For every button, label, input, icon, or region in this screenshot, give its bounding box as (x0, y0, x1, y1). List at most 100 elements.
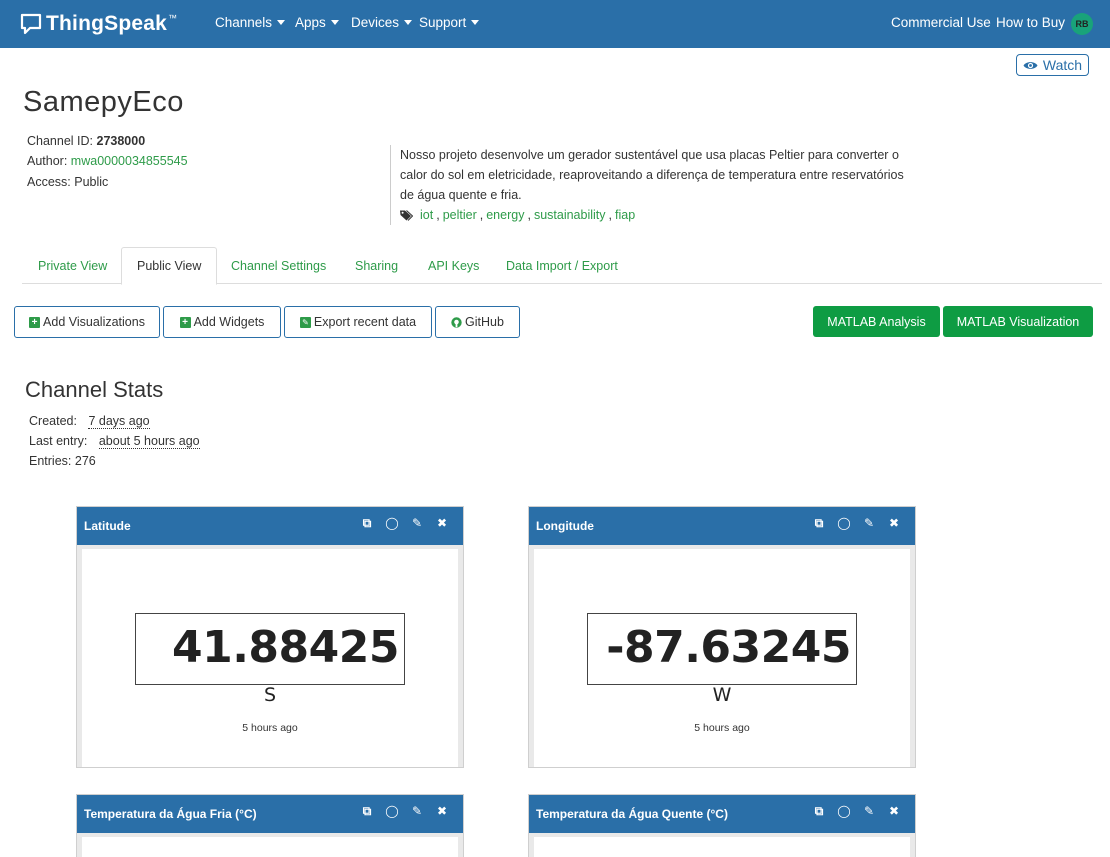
user-avatar[interactable]: RB (1071, 13, 1093, 35)
widget-controls: ⧉ ◯ ✎ ✖ (812, 804, 901, 819)
widget-header: Longitude ⧉ ◯ ✎ ✖ (529, 507, 915, 545)
plus-square-icon: + (29, 316, 41, 328)
widget-body (534, 837, 910, 857)
tag-iot[interactable]: iot (420, 205, 433, 225)
tab-api-keys[interactable]: API Keys (413, 247, 494, 284)
caret-down-icon (404, 20, 413, 25)
close-icon[interactable]: ✖ (435, 804, 449, 818)
matlab-visualization-button[interactable]: MATLAB Visualization (943, 306, 1093, 337)
channel-tabs: Private View Public View Channel Setting… (22, 247, 1102, 285)
close-icon[interactable]: ✖ (435, 516, 449, 530)
cold-water-temperature-widget: Temperatura da Água Fria (°C) ⧉ ◯ ✎ ✖ (76, 794, 464, 857)
author-label: Author: (27, 154, 68, 168)
export-pencil-icon: ✎ (299, 316, 311, 328)
tab-private-view[interactable]: Private View (23, 247, 122, 284)
widget-header: Latitude ⧉ ◯ ✎ ✖ (77, 507, 463, 545)
latitude-widget: Latitude ⧉ ◯ ✎ ✖ 41.88425 S 5 hours ago (76, 506, 464, 768)
tab-sharing[interactable]: Sharing (340, 247, 413, 284)
tag-energy[interactable]: energy (486, 205, 524, 225)
external-link-icon[interactable]: ⧉ (812, 804, 826, 818)
pencil-icon[interactable]: ✎ (862, 804, 876, 818)
plus-square-icon: + (179, 316, 191, 328)
access-label: Access: (27, 175, 71, 189)
widget-title: Temperatura da Água Fria (°C) (84, 807, 257, 821)
nav-devices-label: Devices (351, 15, 400, 30)
numeric-display-box: 41.88425 (135, 613, 405, 685)
tag-peltier[interactable]: peltier (443, 205, 477, 225)
entries-label: Entries: (29, 454, 72, 468)
close-icon[interactable]: ✖ (887, 804, 901, 818)
github-label: GitHub (465, 315, 504, 329)
widget-body: 41.88425 S 5 hours ago (82, 549, 458, 767)
channel-id-row: Channel ID: 2738000 (27, 134, 145, 148)
nav-channels-menu[interactable]: Channels (215, 15, 286, 30)
author-row: Author: mwa0000034855545 (27, 154, 188, 168)
access-row: Access: Public (27, 175, 108, 189)
nav-support-label: Support (419, 15, 467, 30)
tag-fiap[interactable]: fiap (615, 205, 635, 225)
tab-public-view[interactable]: Public View (121, 247, 218, 285)
numeric-display-unit: S (263, 684, 277, 706)
github-icon (451, 316, 462, 328)
brand-trademark: ™ (168, 13, 178, 23)
entries-row: Entries: 276 (29, 454, 96, 468)
nav-commercial-use-link[interactable]: Commercial Use (891, 15, 991, 30)
created-row: Created: 7 days ago (29, 414, 150, 429)
thingspeak-logo[interactable]: ThingSpeak ™ (20, 12, 177, 36)
comment-icon[interactable]: ◯ (837, 804, 851, 818)
last-entry-label: Last entry: (29, 434, 88, 448)
widget-body (82, 837, 458, 857)
pencil-icon[interactable]: ✎ (410, 516, 424, 530)
comment-icon[interactable]: ◯ (385, 516, 399, 530)
pencil-icon[interactable]: ✎ (862, 516, 876, 530)
add-widgets-button[interactable]: + Add Widgets (163, 306, 281, 338)
external-link-icon[interactable]: ⧉ (812, 516, 826, 530)
tag-sustainability[interactable]: sustainability (534, 205, 606, 225)
nav-devices-menu[interactable]: Devices (351, 15, 413, 30)
tab-data-import-export[interactable]: Data Import / Export (491, 247, 633, 284)
channel-title: SamepyEco (23, 86, 184, 118)
channel-id-value: 2738000 (96, 134, 146, 148)
nav-apps-menu[interactable]: Apps (295, 15, 339, 30)
numeric-display-timestamp: 5 hours ago (242, 722, 298, 734)
channel-description: Nosso projeto desenvolve um gerador sust… (400, 148, 904, 202)
last-entry-value: about 5 hours ago (98, 434, 200, 449)
nav-support-menu[interactable]: Support (419, 15, 480, 30)
hot-water-temperature-widget: Temperatura da Água Quente (°C) ⧉ ◯ ✎ ✖ (528, 794, 916, 857)
widget-title: Temperatura da Água Quente (°C) (536, 807, 728, 821)
tab-channel-settings[interactable]: Channel Settings (216, 247, 341, 284)
matlab-analysis-button[interactable]: MATLAB Analysis (813, 306, 940, 337)
tags-list: iot, peltier, energy, sustainability, fi… (400, 205, 910, 225)
external-link-icon[interactable]: ⧉ (360, 804, 374, 818)
widget-controls: ⧉ ◯ ✎ ✖ (812, 516, 901, 531)
widget-header: Temperatura da Água Quente (°C) ⧉ ◯ ✎ ✖ (529, 795, 915, 833)
widget-header: Temperatura da Água Fria (°C) ⧉ ◯ ✎ ✖ (77, 795, 463, 833)
nav-how-to-buy-link[interactable]: How to Buy (996, 15, 1065, 30)
created-label: Created: (29, 414, 77, 428)
comment-icon[interactable]: ◯ (837, 516, 851, 530)
watch-button[interactable]: Watch (1016, 54, 1089, 76)
add-visualizations-label: Add Visualizations (43, 315, 145, 329)
numeric-display-box: -87.63245 (587, 613, 857, 685)
widget-body: -87.63245 W 5 hours ago (534, 549, 910, 767)
close-icon[interactable]: ✖ (887, 516, 901, 530)
numeric-display-unit: W (712, 684, 732, 706)
nav-channels-label: Channels (215, 15, 273, 30)
last-entry-row: Last entry: about 5 hours ago (29, 434, 200, 449)
pencil-icon[interactable]: ✎ (410, 804, 424, 818)
external-link-icon[interactable]: ⧉ (360, 516, 374, 530)
author-link[interactable]: mwa0000034855545 (71, 154, 188, 168)
caret-down-icon (471, 20, 480, 25)
access-value: Public (74, 175, 109, 189)
export-recent-data-button[interactable]: ✎ Export recent data (284, 306, 432, 338)
widget-controls: ⧉ ◯ ✎ ✖ (360, 804, 449, 819)
comment-icon[interactable]: ◯ (385, 804, 399, 818)
numeric-display-timestamp: 5 hours ago (694, 722, 750, 734)
top-navbar: ThingSpeak ™ Channels Apps Devices Suppo… (0, 0, 1110, 48)
add-visualizations-button[interactable]: + Add Visualizations (14, 306, 160, 338)
entries-value: 276 (74, 454, 96, 468)
chat-bubble-icon (20, 13, 42, 35)
github-button[interactable]: GitHub (435, 306, 520, 338)
channel-id-label: Channel ID: (27, 134, 94, 148)
add-widgets-label: Add Widgets (193, 315, 265, 329)
